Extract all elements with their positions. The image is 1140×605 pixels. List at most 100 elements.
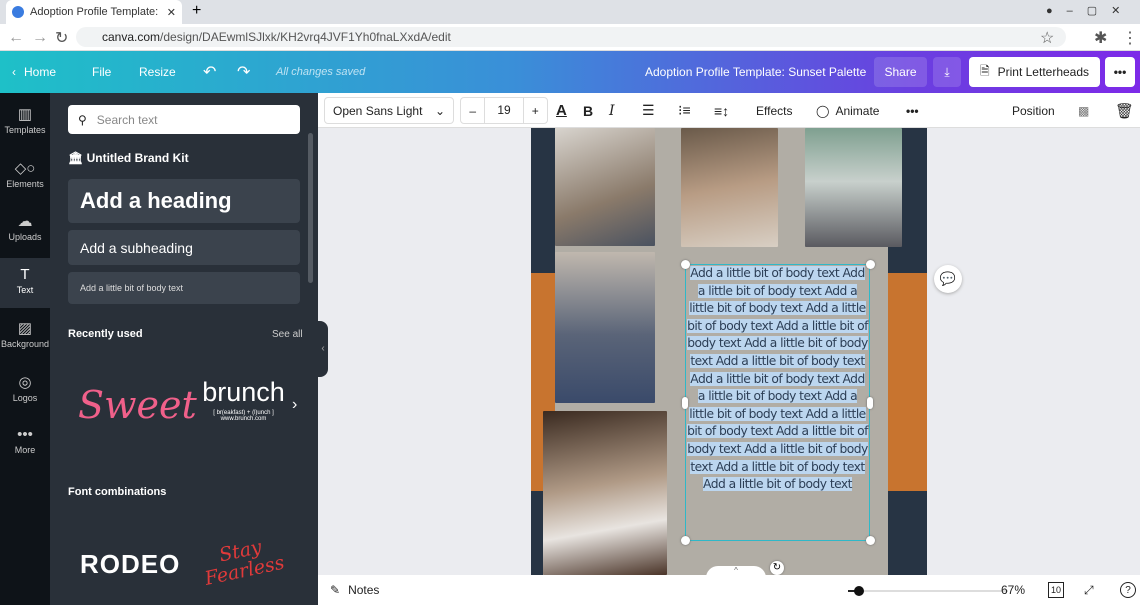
new-tab-icon[interactable]: + [192,2,201,20]
animate-button[interactable]: ◯ Animate [816,93,879,128]
document-title[interactable]: Adoption Profile Template: Sunset Palett… [645,51,866,93]
spacing-icon[interactable]: ≡↕ [714,93,729,128]
bold-icon[interactable]: B [583,93,593,128]
editor-top-bar: ‹ Home File Resize ↶ ↷ All changes saved … [0,51,1140,93]
editor-footer: ✎ Notes 67% 10 ⤢ ? [318,575,1140,605]
file-button[interactable]: File [92,51,111,93]
couple-photo-2[interactable] [681,128,778,247]
rail-logos[interactable]: ◎ Logos [0,373,50,403]
resize-handle[interactable] [866,260,875,269]
back-icon[interactable]: ← [8,29,24,47]
extensions-icon[interactable]: ✱ [1094,28,1107,48]
rail-uploads[interactable]: ☁ Uploads [0,212,50,242]
url-input[interactable]: canva.com/design/DAEwmlSJlxk/KH2vrq4JVF1… [76,27,1066,47]
rotate-icon[interactable]: ↻ [770,561,784,575]
resize-handle[interactable] [682,397,688,409]
zoom-level[interactable]: 67% [1001,575,1025,605]
undo-icon[interactable]: ↶ [203,51,216,93]
couple-photo-1[interactable] [555,128,655,246]
rail-more[interactable]: ••• More [0,426,50,455]
elements-icon: ◇○ [14,160,36,177]
bookmark-star-icon[interactable]: ☆ [1040,28,1054,48]
text-icon: T [20,266,30,283]
home-button[interactable]: ‹ Home [12,51,56,93]
home-label: Home [24,65,57,79]
notes-icon: ✎ [330,583,341,597]
help-icon[interactable]: ? [1120,582,1136,598]
resize-handle[interactable] [867,397,873,409]
browser-tab[interactable]: Adoption Profile Template: Sunse ✕ [6,0,182,24]
address-bar-row: ← → ↻ canva.com/design/DAEwmlSJlxk/KH2vr… [0,24,1140,51]
rail-elements[interactable]: ◇○ Elements [0,159,50,189]
resize-handle[interactable] [681,260,690,269]
close-tab-icon[interactable]: ✕ [167,6,176,19]
zoom-slider[interactable] [848,586,1008,596]
side-rail: ▥ Templates ◇○ Elements ☁ Uploads T Text ▨ Ba… [0,93,50,605]
font-size-stepper[interactable]: – 19 + [460,97,548,124]
more-options-button[interactable]: ••• [1105,57,1135,87]
stay-fearless-template[interactable]: Stay Fearless [192,532,293,591]
italic-icon[interactable]: I [609,93,615,128]
menu-icon[interactable]: ⋮ [1122,28,1138,48]
add-heading-button[interactable]: Add a heading [68,179,300,223]
couple-photo-3[interactable] [805,128,902,247]
increase-size-button[interactable]: + [524,104,547,118]
chevron-right-icon[interactable]: › [292,396,297,414]
trash-icon[interactable]: 🗑 [1115,93,1134,128]
font-size-input[interactable]: 19 [484,98,524,123]
rodeo-template[interactable]: RODEO [80,549,180,580]
notes-button[interactable]: ✎ Notes [330,575,379,605]
more-toolbar-icon[interactable]: ••• [906,93,919,128]
font-family-dropdown[interactable]: Open Sans Light ⌄ [324,97,454,124]
share-button[interactable]: Share [874,57,927,87]
position-button[interactable]: Position [1012,93,1055,128]
collapse-panel-button[interactable]: ‹ [318,321,328,377]
orange-band-right [888,273,927,491]
body-text[interactable]: Add a little bit of body text Add a litt… [687,266,868,492]
page-count-button[interactable]: 10 [1048,582,1064,598]
resize-handle[interactable] [681,536,690,545]
search-icon: ⚲ [78,112,87,127]
download-icon[interactable]: ⤓ [933,57,961,87]
brunch-url: www.brunch.com [220,416,267,422]
add-body-text-button[interactable]: Add a little bit of body text [68,272,300,304]
navy-band-left-top [531,128,555,273]
forward-icon[interactable]: → [32,29,48,47]
rail-text[interactable]: T Text [0,258,50,308]
list-icon[interactable]: ⁝≡ [678,93,691,128]
sweet-template[interactable]: Sweet [78,383,197,427]
transparency-icon[interactable]: ▩ [1078,93,1089,128]
chevron-down-icon: ⌄ [434,103,445,118]
resize-handle[interactable] [866,536,875,545]
brunch-title: brunch [202,377,285,407]
body-text-box[interactable]: Add a little bit of body text Add a litt… [685,264,870,541]
add-comment-icon[interactable]: 💬 [934,265,962,293]
see-all-link[interactable]: See all [272,329,303,340]
window-controls[interactable]: ●–▢✕ [1046,4,1134,17]
rail-templates[interactable]: ▥ Templates [0,105,50,135]
print-letterheads-button[interactable]: 🗎 Print Letterheads [969,57,1100,87]
canva-favicon-icon [12,6,24,18]
fullscreen-icon[interactable]: ⤢ [1084,575,1094,605]
resize-button[interactable]: Resize [139,51,176,93]
align-center-icon[interactable]: ☰ [642,93,655,128]
panel-scrollbar[interactable] [308,133,313,283]
wedding-photo[interactable] [543,411,667,575]
zoom-slider-thumb[interactable] [854,586,864,596]
brunch-template[interactable]: brunch [ br(eakfast) + (l)unch ] www.bru… [195,377,292,422]
reload-icon[interactable]: ↻ [55,28,68,48]
save-status: All changes saved [276,66,366,78]
text-panel: ⚲ Search text 🏛 Untitled Brand Kit Add a … [50,93,328,605]
add-subheading-button[interactable]: Add a subheading [68,230,300,265]
templates-icon: ▥ [17,106,33,123]
effects-button[interactable]: Effects [756,93,792,128]
redo-icon[interactable]: ↷ [237,51,250,93]
couple-photo-4[interactable] [555,252,655,403]
search-input[interactable]: ⚲ Search text [68,105,300,134]
font-combinations-heading: Font combinations [68,486,167,498]
rail-background[interactable]: ▨ Background [0,319,50,349]
decrease-size-button[interactable]: – [461,104,484,118]
expand-pages-tab[interactable]: ^ [706,566,766,575]
brand-kit-label[interactable]: 🏛 Untitled Brand Kit [68,151,189,165]
text-color-icon[interactable]: A [556,93,567,128]
